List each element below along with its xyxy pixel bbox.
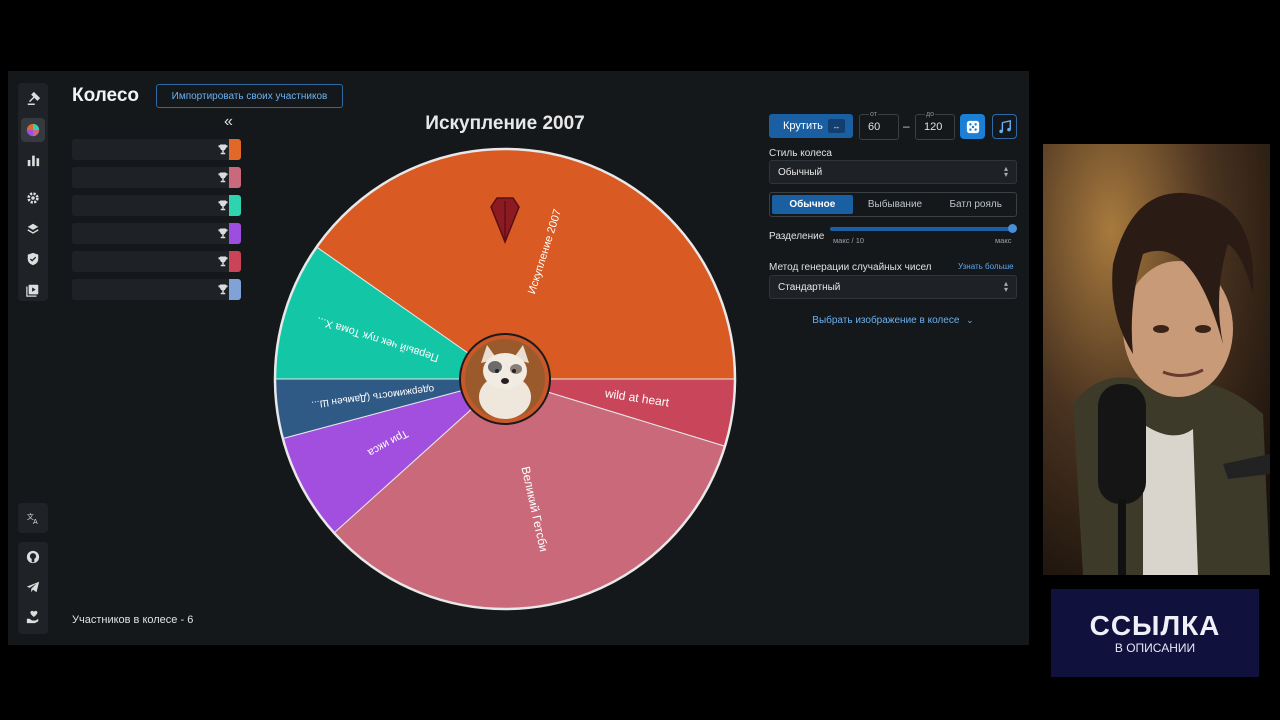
trophy-icon[interactable]: [217, 199, 229, 211]
app-window: 文A Колесо Импортировать своих участников…: [8, 71, 1029, 645]
participant-color-swatch[interactable]: [229, 167, 241, 188]
wheel-style-label: Стиль колеса: [769, 148, 832, 159]
svg-text:A: A: [33, 519, 38, 525]
participant-color-swatch[interactable]: [229, 195, 241, 216]
links-rail: [18, 542, 48, 634]
wheel[interactable]: Искупление 2007wild at heartВеликий Гетс…: [273, 141, 743, 611]
trophy-icon[interactable]: [217, 283, 229, 295]
split-slider-handle[interactable]: [1008, 224, 1017, 233]
range-dash: –: [903, 119, 910, 133]
mode-elimination[interactable]: Выбывание: [855, 193, 936, 216]
split-min-label: макс / 10: [833, 236, 865, 245]
from-label: от: [869, 111, 878, 118]
spin-button[interactable]: Крутить ↔: [769, 114, 853, 138]
chevron-down-icon: ⌄: [966, 315, 974, 325]
participant-slot[interactable]: [72, 167, 241, 188]
wheel-icon[interactable]: [21, 118, 45, 142]
wheel-winner-title: Искупление 2007: [425, 113, 585, 134]
gear-icon[interactable]: [21, 186, 45, 210]
split-slider-track[interactable]: [830, 227, 1014, 231]
wheel-style-value: Обычный: [778, 167, 823, 178]
trophy-icon[interactable]: [217, 227, 229, 239]
participant-slot[interactable]: [72, 139, 241, 160]
from-value: 60: [868, 121, 881, 133]
learn-more-link[interactable]: Узнать больше: [958, 262, 1014, 271]
webcam-overlay: [1043, 144, 1270, 575]
choose-image-label: Выбрать изображение в колесе: [812, 315, 960, 326]
choose-wheel-image-button[interactable]: Выбрать изображение в колесе ⌄: [769, 315, 1017, 326]
mode-selector: Обычное Выбывание Батл рояль: [769, 192, 1017, 217]
participant-slot[interactable]: [72, 251, 241, 272]
telegram-icon[interactable]: [21, 575, 45, 599]
split-label: Разделение: [769, 231, 825, 242]
trophy-icon[interactable]: [217, 171, 229, 183]
to-label: до: [925, 111, 935, 118]
participant-slot[interactable]: [72, 223, 241, 244]
trophy-icon[interactable]: [217, 143, 229, 155]
bar-chart-icon[interactable]: [21, 148, 45, 172]
mode-normal[interactable]: Обычное: [772, 195, 853, 214]
participant-color-swatch[interactable]: [229, 279, 241, 300]
spin-mode-toggle[interactable]: ↔: [828, 119, 845, 133]
link-banner: ССЫЛКА В ОПИСАНИИ: [1051, 589, 1259, 677]
select-arrows-icon: ▴ ▾: [1003, 164, 1008, 179]
mode-battle-royale[interactable]: Батл рояль: [935, 193, 1016, 216]
auction-icon[interactable]: [21, 87, 45, 111]
sidebar-rail: [18, 83, 48, 301]
layers-icon[interactable]: [21, 217, 45, 241]
participant-slot[interactable]: [72, 279, 241, 300]
dice-icon[interactable]: [960, 114, 985, 139]
github-icon[interactable]: [21, 545, 45, 569]
page-title: Колесо: [72, 85, 140, 106]
split-max-label: макс: [995, 236, 1012, 245]
rng-label: Метод генерации случайных чисел: [769, 262, 932, 273]
music-icon[interactable]: [992, 114, 1017, 139]
video-library-icon[interactable]: [21, 278, 45, 302]
rng-value: Стандартный: [778, 282, 841, 293]
import-participants-button[interactable]: Импортировать своих участников: [156, 84, 343, 108]
select-arrows-icon: ▴ ▾: [1003, 279, 1008, 294]
trophy-icon[interactable]: [217, 255, 229, 267]
to-value: 120: [924, 121, 943, 133]
participant-color-swatch[interactable]: [229, 139, 241, 160]
banner-title: ССЫЛКА: [1089, 609, 1221, 641]
wheel-center-image: [459, 333, 551, 425]
language-rail: 文A: [18, 503, 48, 533]
donate-icon[interactable]: [21, 605, 45, 629]
participants-count: Участников в колесе - 6: [72, 614, 194, 626]
shield-icon[interactable]: [21, 247, 45, 271]
participant-color-swatch[interactable]: [229, 223, 241, 244]
participant-slot[interactable]: [72, 195, 241, 216]
translate-icon[interactable]: 文A: [21, 506, 45, 530]
rng-select[interactable]: Стандартный ▴ ▾: [769, 275, 1017, 299]
wheel-style-select[interactable]: Обычный ▴ ▾: [769, 160, 1017, 184]
participant-color-swatch[interactable]: [229, 251, 241, 272]
spin-button-label: Крутить: [783, 120, 823, 132]
banner-subtitle: В ОПИСАНИИ: [1114, 640, 1196, 655]
collapse-icon[interactable]: «: [224, 113, 233, 131]
duration-to-input[interactable]: до 120: [915, 111, 955, 140]
duration-from-input[interactable]: от 60: [859, 111, 899, 140]
